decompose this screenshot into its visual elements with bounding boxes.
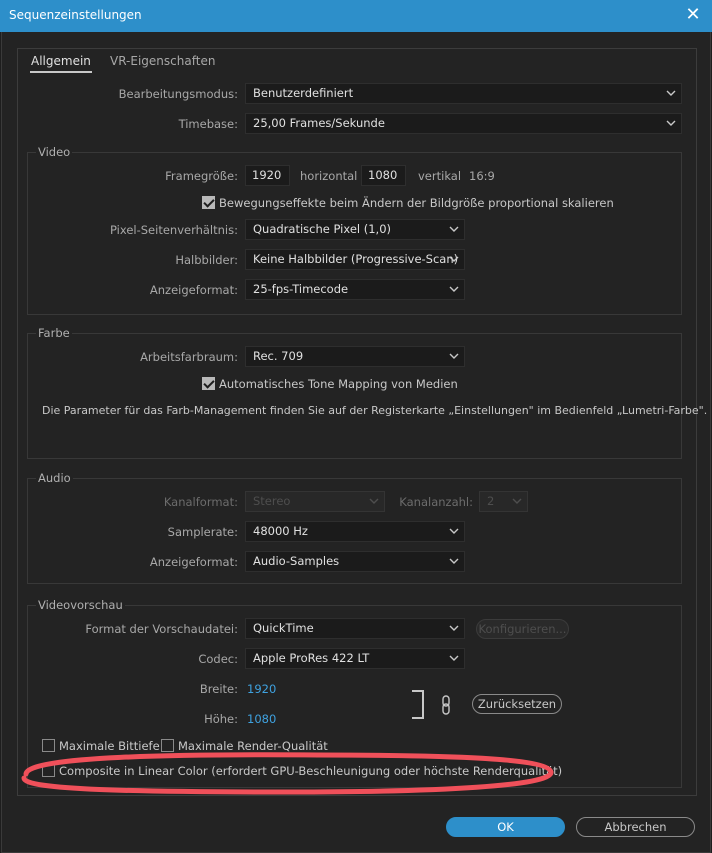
aspect-ratio-label: 16:9 xyxy=(469,169,495,183)
video-preview-group-title: Videovorschau xyxy=(36,598,125,612)
preview-format-value: QuickTime xyxy=(253,621,314,635)
scale-motion-label: Bewegungseffekte beim Ändern der Bildgrö… xyxy=(219,196,614,210)
window-title: Sequenzeinstellungen xyxy=(9,8,142,22)
channel-format-select[interactable]: Stereo xyxy=(245,491,385,512)
chevron-down-icon xyxy=(449,286,459,292)
video-display-format-select[interactable]: 25-fps-Timecode xyxy=(245,279,465,300)
channel-count-select[interactable]: 2 xyxy=(479,491,528,512)
dimension-link-bracket xyxy=(412,690,424,719)
timebase-value: 25,00 Frames/Sekunde xyxy=(253,116,385,130)
preview-height-label: Höhe: xyxy=(204,712,238,726)
chevron-down-icon xyxy=(449,625,459,631)
edit-mode-select[interactable]: Benutzerdefiniert xyxy=(245,83,682,104)
frame-width-field[interactable]: 1920 xyxy=(245,165,290,186)
color-group-title: Farbe xyxy=(36,326,72,340)
timebase-select[interactable]: 25,00 Frames/Sekunde xyxy=(245,113,682,134)
preview-format-label: Format der Vorschaudatei: xyxy=(85,622,238,636)
chevron-down-icon xyxy=(512,498,522,504)
preview-height-value[interactable]: 1080 xyxy=(247,712,276,726)
frame-height-field[interactable]: 1080 xyxy=(361,165,406,186)
chevron-down-icon xyxy=(666,90,676,96)
chevron-down-icon xyxy=(449,558,459,564)
cancel-button[interactable]: Abbrechen xyxy=(576,817,695,837)
working-space-value: Rec. 709 xyxy=(253,349,304,363)
video-display-format-value: 25-fps-Timecode xyxy=(253,282,349,296)
tone-mapping-label: Automatisches Tone Mapping von Medien xyxy=(219,377,458,391)
audio-display-format-value: Audio-Samples xyxy=(253,554,340,568)
audio-display-format-select[interactable]: Audio-Samples xyxy=(245,551,465,572)
channel-count-label: Kanalanzahl: xyxy=(399,495,473,509)
chevron-down-icon xyxy=(449,256,459,262)
edit-mode-label: Bearbeitungsmodus: xyxy=(118,87,238,101)
pixel-aspect-value: Quadratische Pixel (1,0) xyxy=(253,222,392,236)
video-display-format-label: Anzeigeformat: xyxy=(149,283,238,297)
chevron-down-icon xyxy=(449,226,459,232)
chevron-down-icon xyxy=(449,528,459,534)
chevron-down-icon xyxy=(449,655,459,661)
working-space-select[interactable]: Rec. 709 xyxy=(245,346,465,367)
scale-motion-checkbox[interactable] xyxy=(202,196,215,209)
edit-mode-value: Benutzerdefiniert xyxy=(253,86,354,100)
audio-group-title: Audio xyxy=(36,471,73,485)
pixel-aspect-select[interactable]: Quadratische Pixel (1,0) xyxy=(245,219,465,240)
title-bar: Sequenzeinstellungen ✕ xyxy=(0,0,712,32)
ok-button[interactable]: OK xyxy=(446,817,565,837)
sample-rate-label: Samplerate: xyxy=(167,525,238,539)
tab-general[interactable]: Allgemein xyxy=(30,54,92,73)
codec-label: Codec: xyxy=(198,652,238,666)
sample-rate-value: 48000 Hz xyxy=(253,524,308,538)
codec-select[interactable]: Apple ProRes 422 LT xyxy=(245,648,465,669)
reset-button[interactable]: Zurücksetzen xyxy=(472,694,562,714)
tone-mapping-checkbox[interactable] xyxy=(202,377,215,390)
chevron-down-icon xyxy=(369,498,379,504)
codec-value: Apple ProRes 422 LT xyxy=(253,651,370,665)
chain-link-icon[interactable] xyxy=(440,695,452,715)
channel-format-value: Stereo xyxy=(253,494,291,508)
video-group-title: Video xyxy=(36,145,73,159)
preview-width-label: Breite: xyxy=(199,682,238,696)
fields-select[interactable]: Keine Halbbilder (Progressive-Scan) xyxy=(245,249,465,270)
fields-value: Keine Halbbilder (Progressive-Scan) xyxy=(253,252,459,266)
highlight-annotation xyxy=(21,752,554,795)
timebase-label: Timebase: xyxy=(178,117,238,131)
pixel-aspect-label: Pixel-Seitenverhältnis: xyxy=(110,223,238,237)
horizontal-label: horizontal xyxy=(300,169,358,183)
preview-format-select[interactable]: QuickTime xyxy=(245,618,465,639)
vertical-label: vertikal xyxy=(418,169,462,183)
working-space-label: Arbeitsfarbraum: xyxy=(140,350,238,364)
tab-vr-properties[interactable]: VR-Eigenschaften xyxy=(110,54,215,68)
configure-button[interactable]: Konfigurieren... xyxy=(476,619,569,639)
audio-display-format-label: Anzeigeformat: xyxy=(149,555,238,569)
color-info-text: Die Parameter für das Farb-Management fi… xyxy=(42,404,708,417)
close-icon[interactable]: ✕ xyxy=(682,4,704,26)
sample-rate-select[interactable]: 48000 Hz xyxy=(245,521,465,542)
fields-label: Halbbilder: xyxy=(175,253,238,267)
channel-format-label: Kanalformat: xyxy=(163,495,238,509)
channel-count-value: 2 xyxy=(487,494,495,508)
preview-width-value[interactable]: 1920 xyxy=(247,682,276,696)
chevron-down-icon xyxy=(666,120,676,126)
frame-size-label: Framegröße: xyxy=(165,169,238,183)
chevron-down-icon xyxy=(449,353,459,359)
